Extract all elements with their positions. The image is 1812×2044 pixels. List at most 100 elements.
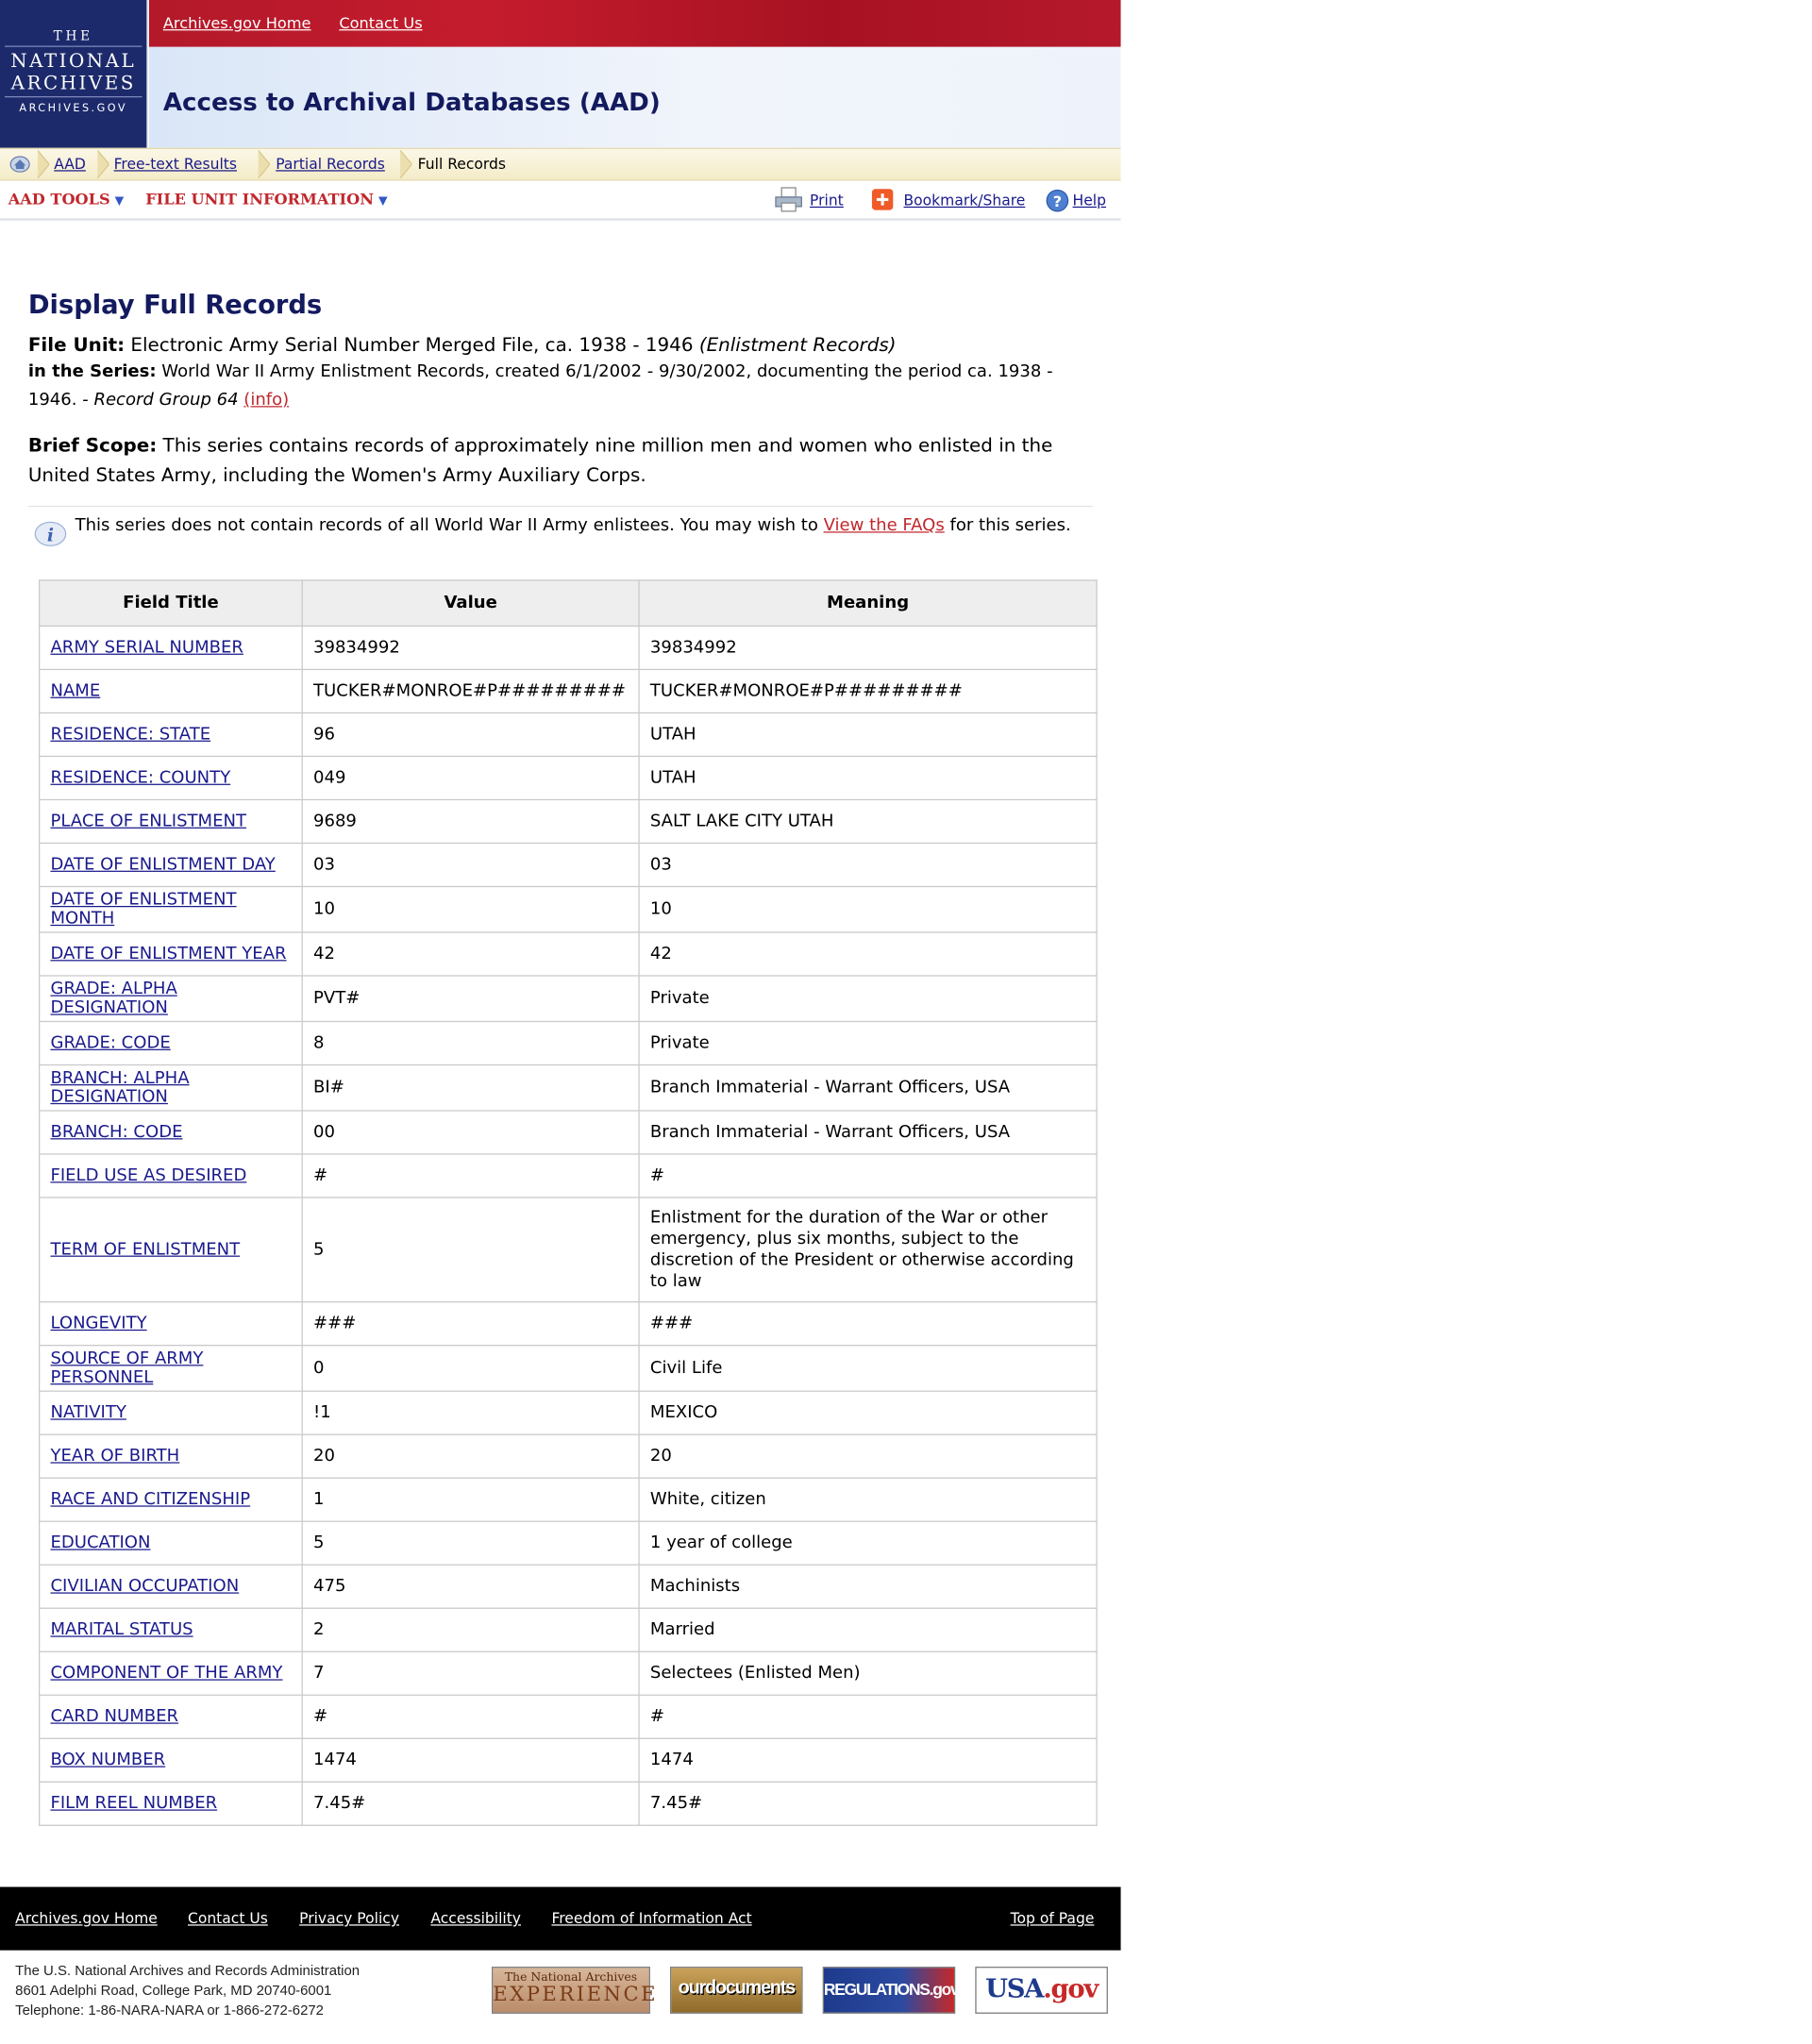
field-title-link[interactable]: EDUCATION — [50, 1533, 150, 1552]
field-title-link[interactable]: YEAR OF BIRTH — [50, 1447, 179, 1466]
table-row: COMPONENT OF THE ARMY 7 Selectees (Enliste… — [39, 1650, 1098, 1696]
breadcrumb-free-text-results[interactable]: Free-text Results — [114, 155, 237, 173]
field-title-link[interactable]: LONGEVITY — [50, 1315, 146, 1333]
home-icon[interactable] — [9, 155, 30, 173]
field-title-link[interactable]: MARITAL STATUS — [50, 1620, 193, 1639]
meaning-cell: 42 — [638, 931, 1098, 977]
regulations-gov-badge[interactable]: REGULATIONS.gov — [822, 1967, 960, 2014]
table-row: GRADE: CODE 8 Private — [39, 1020, 1098, 1066]
top-of-page-link[interactable]: Top of Page — [1011, 1909, 1095, 1927]
usa-gov-badge[interactable]: USA.gov — [975, 1967, 1108, 2014]
field-title-link[interactable]: CARD NUMBER — [50, 1707, 178, 1726]
field-title-link[interactable]: SOURCE OF ARMY PERSONNEL — [50, 1349, 203, 1387]
field-title-link[interactable]: RESIDENCE: COUNTY — [50, 768, 230, 787]
table-row: BOX NUMBER 1474 1474 — [39, 1737, 1098, 1783]
breadcrumb-aad[interactable]: AAD — [54, 155, 86, 173]
badge-ourdocuments-text: ourdocuments — [678, 1978, 797, 1999]
aad-tools-menu[interactable]: AAD TOOLS ▼ — [8, 192, 125, 209]
field-title-link[interactable]: DATE OF ENLISTMENT MONTH — [50, 891, 236, 929]
footer-archives-home-link[interactable]: Archives.gov Home — [15, 1909, 158, 1927]
field-title-link[interactable]: RESIDENCE: STATE — [50, 725, 210, 744]
field-title-link[interactable]: BOX NUMBER — [50, 1751, 165, 1769]
table-row: RESIDENCE: STATE 96 UTAH — [39, 712, 1098, 758]
bookmark-share-link[interactable]: Bookmark/Share — [903, 192, 1025, 209]
logo-archives: ARCHIVES — [10, 71, 136, 94]
field-title-link[interactable]: ARMY SERIAL NUMBER — [50, 638, 243, 657]
logo-archives-gov: ARCHIVES.GOV — [19, 103, 128, 115]
value-cell: 10 — [301, 885, 640, 933]
footer-foia-link[interactable]: Freedom of Information Act — [551, 1909, 751, 1927]
breadcrumb-separator-icon — [400, 150, 412, 179]
breadcrumb-separator-icon — [97, 150, 109, 179]
table-row: PLACE OF ENLISTMENT 9689 SALT LAKE CITY UT… — [39, 798, 1098, 845]
archives-home-link[interactable]: Archives.gov Home — [163, 15, 311, 33]
field-title-link[interactable]: CIVILIAN OCCUPATION — [50, 1577, 239, 1596]
badge-regulations-text: REGULATIONS.gov — [823, 1979, 960, 1999]
field-title-link[interactable]: COMPONENT OF THE ARMY — [50, 1664, 282, 1683]
field-title-link[interactable]: BRANCH: ALPHA DESIGNATION — [50, 1069, 189, 1107]
table-row: EDUCATION 5 1 year of college — [39, 1520, 1098, 1566]
series-line: in the Series: World War II Army Enlistm… — [28, 358, 1093, 414]
meaning-cell: TUCKER#MONROE#P######### — [638, 668, 1098, 714]
national-archives-logo[interactable]: THE NATIONAL ARCHIVES ARCHIVES.GOV — [0, 0, 148, 148]
footer-contact-us-link[interactable]: Contact Us — [188, 1909, 268, 1927]
field-title-link[interactable]: PLACE OF ENLISTMENT — [50, 813, 246, 831]
breadcrumb-current: Full Records — [417, 155, 507, 173]
breadcrumb-partial-records[interactable]: Partial Records — [276, 155, 385, 173]
footer-accessibility-link[interactable]: Accessibility — [430, 1909, 521, 1927]
page: THE NATIONAL ARCHIVES ARCHIVES.GOV Archi… — [0, 0, 1121, 2044]
field-title-link[interactable]: NATIVITY — [50, 1403, 126, 1422]
bookmark-share-icon[interactable] — [871, 188, 895, 211]
printer-icon[interactable] — [772, 185, 805, 213]
series-info-link[interactable]: (info) — [243, 391, 289, 410]
table-row: TERM OF ENLISTMENT 5 Enlistment for the du… — [39, 1197, 1098, 1303]
ourdocuments-badge[interactable]: ourdocuments — [670, 1967, 803, 2014]
help-icon[interactable]: ? — [1046, 189, 1069, 212]
field-title-link[interactable]: DATE OF ENLISTMENT DAY — [50, 856, 275, 875]
meaning-cell: Private — [638, 975, 1098, 1023]
value-cell: 7 — [301, 1650, 640, 1696]
field-title-link[interactable]: TERM OF ENLISTMENT — [50, 1240, 240, 1259]
field-title-link[interactable]: FILM REEL NUMBER — [50, 1794, 217, 1813]
value-cell: # — [301, 1694, 640, 1739]
meaning-cell: SALT LAKE CITY UTAH — [638, 798, 1098, 845]
national-archives-experience-badge[interactable]: The National Archives EXPERIENCE — [492, 1967, 656, 2014]
chevron-down-icon: ▼ — [114, 194, 125, 209]
value-cell: TUCKER#MONROE#P######### — [301, 668, 640, 714]
table-row: CARD NUMBER # # — [39, 1694, 1098, 1739]
info-note: i This series does not contain records o… — [28, 507, 1093, 554]
table-row: ARMY SERIAL NUMBER 39834992 39834992 — [39, 625, 1098, 671]
contact-us-link[interactable]: Contact Us — [339, 15, 422, 33]
help-link[interactable]: Help — [1073, 192, 1106, 209]
value-cell: PVT# — [301, 975, 640, 1023]
footer-privacy-policy-link[interactable]: Privacy Policy — [299, 1909, 399, 1927]
table-row: DATE OF ENLISTMENT DAY 03 03 — [39, 842, 1098, 888]
file-unit-text: Electronic Army Serial Number Merged Fil… — [130, 333, 694, 356]
value-cell: 5 — [301, 1197, 640, 1303]
field-title-link[interactable]: FIELD USE AS DESIRED — [50, 1166, 246, 1185]
field-title-link[interactable]: DATE OF ENLISTMENT YEAR — [50, 945, 286, 963]
header-meaning: Meaning — [638, 579, 1098, 628]
table-row: RESIDENCE: COUNTY 049 UTAH — [39, 755, 1098, 801]
value-cell: BI# — [301, 1064, 640, 1112]
table-row: FIELD USE AS DESIRED # # — [39, 1153, 1098, 1198]
field-title-link[interactable]: GRADE: ALPHA DESIGNATION — [50, 980, 176, 1017]
file-unit-line: File Unit: Electronic Army Serial Number… — [28, 332, 1093, 358]
table-row: LONGEVITY ### ### — [39, 1301, 1098, 1347]
tools-bar: AAD TOOLS ▼ FILE UNIT INFORMATION ▼ Print … — [0, 180, 1121, 221]
meaning-cell: UTAH — [638, 755, 1098, 801]
meaning-cell: Selectees (Enlisted Men) — [638, 1650, 1098, 1696]
field-title-link[interactable]: NAME — [50, 681, 100, 700]
view-faqs-link[interactable]: View the FAQs — [824, 516, 945, 535]
meaning-cell: Enlistment for the duration of the War o… — [638, 1197, 1098, 1303]
value-cell: !1 — [301, 1390, 640, 1435]
field-title-link[interactable]: BRANCH: CODE — [50, 1123, 182, 1142]
table-row: RACE AND CITIZENSHIP 1 White, citizen — [39, 1477, 1098, 1522]
value-cell: 00 — [301, 1110, 640, 1155]
field-title-link[interactable]: GRADE: CODE — [50, 1034, 170, 1053]
print-link[interactable]: Print — [810, 192, 844, 209]
breadcrumb: AAD Free-text Results Partial Records Fu… — [0, 147, 1121, 181]
meaning-cell: ### — [638, 1301, 1098, 1347]
file-unit-information-menu[interactable]: FILE UNIT INFORMATION ▼ — [145, 192, 387, 209]
field-title-link[interactable]: RACE AND CITIZENSHIP — [50, 1490, 250, 1509]
